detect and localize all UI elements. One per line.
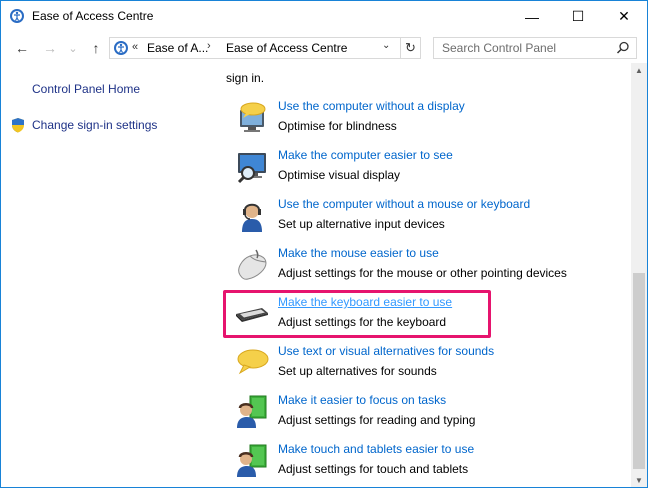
highlight-annotation-box — [223, 290, 491, 338]
item-title-link[interactable]: Make it easier to focus on tasks — [278, 393, 446, 407]
up-button[interactable]: ↑ — [87, 39, 105, 57]
search-icon[interactable] — [616, 41, 630, 55]
minimize-icon: — — [525, 8, 539, 25]
person-green-panel-icon — [237, 395, 267, 428]
item-description: Adjust settings for the mouse or other p… — [278, 266, 567, 280]
hidden-crumbs-chevron[interactable]: « — [132, 41, 138, 53]
forward-arrow-icon: → — [43, 40, 57, 56]
maximize-button[interactable]: ☐ — [555, 1, 601, 32]
up-arrow-icon: ↑ — [92, 40, 100, 56]
maximize-icon: ☐ — [571, 8, 585, 24]
minimize-button[interactable]: — — [509, 1, 555, 32]
ease-of-access-icon — [114, 41, 128, 55]
scroll-up-button[interactable]: ▲ — [631, 63, 647, 77]
forward-button[interactable]: → — [41, 39, 59, 57]
title-bar: Ease of Access Centre — ☐ ✕ — [1, 1, 647, 32]
control-panel-home-link[interactable]: Control Panel Home — [32, 82, 140, 96]
list-item: Use the computer without a mouse or keyb… — [232, 196, 622, 240]
item-description: Optimise visual display — [278, 168, 401, 182]
headset-person-icon — [242, 203, 262, 232]
item-title-link[interactable]: Use text or visual alternatives for soun… — [278, 344, 494, 358]
item-description: Set up alternatives for sounds — [278, 364, 437, 378]
scroll-up-arrow-icon: ▲ — [635, 65, 643, 75]
change-sign-in-settings-link[interactable]: Change sign-in settings — [32, 118, 157, 132]
item-title-link[interactable]: Use the computer without a display — [278, 99, 465, 113]
scroll-thumb[interactable] — [633, 273, 645, 469]
list-item: Make touch and tablets easier to use Adj… — [232, 441, 622, 485]
search-placeholder: Search Control Panel — [442, 41, 557, 55]
refresh-button[interactable]: ↻ — [401, 37, 421, 59]
item-description: Adjust settings for reading and typing — [278, 413, 476, 427]
clipped-text: sign in. — [226, 71, 265, 85]
item-description: Set up alternative input devices — [278, 217, 445, 231]
item-title-link[interactable]: Make the mouse easier to use — [278, 246, 439, 260]
refresh-icon: ↻ — [405, 40, 416, 55]
search-input[interactable]: Search Control Panel — [433, 37, 637, 59]
address-box[interactable]: « Ease of A... › Ease of Access Centre ⌄ — [109, 37, 401, 59]
shield-icon — [12, 118, 24, 133]
back-button[interactable]: ← — [13, 39, 31, 57]
list-item: Make it easier to focus on tasks Adjust … — [232, 392, 622, 436]
mouse-icon — [238, 249, 267, 280]
window-title: Ease of Access Centre — [32, 9, 154, 23]
recent-locations-button[interactable]: ⌄ — [64, 39, 82, 57]
list-item: Make the mouse easier to use Adjust sett… — [232, 245, 622, 289]
breadcrumb-ease-of-access-centre[interactable]: Ease of Access Centre — [226, 41, 347, 55]
vertical-scrollbar[interactable]: ▲ ▼ — [631, 63, 647, 487]
address-dropdown-icon[interactable]: ⌄ — [382, 40, 390, 51]
list-item: Use the computer without a display Optim… — [232, 98, 622, 142]
content-pane: sign in. Use the computer without a disp… — [222, 63, 632, 487]
breadcrumb-ease-of-access[interactable]: Ease of A... — [147, 41, 208, 55]
breadcrumb-separator-icon[interactable]: › — [207, 40, 211, 52]
list-item: Make the computer easier to see Optimise… — [232, 147, 622, 191]
magnifier-monitor-icon — [237, 153, 266, 184]
back-arrow-icon: ← — [15, 40, 29, 56]
list-item: Use text or visual alternatives for soun… — [232, 343, 622, 387]
item-description: Optimise for blindness — [278, 119, 397, 133]
scroll-down-button[interactable]: ▼ — [631, 473, 647, 487]
ease-of-access-icon — [10, 9, 24, 23]
speech-bubble-monitor-icon — [240, 102, 266, 132]
close-button[interactable]: ✕ — [601, 1, 647, 32]
left-pane: Control Panel Home Change sign-in settin… — [1, 63, 221, 487]
ease-of-access-window: Ease of Access Centre — ☐ ✕ ← → ⌄ ↑ « Ea… — [0, 0, 648, 488]
item-title-link[interactable]: Make the computer easier to see — [278, 148, 453, 162]
item-description: Adjust settings for touch and tablets — [278, 462, 469, 476]
speech-bubble-icon — [237, 349, 269, 375]
person-green-panel-icon — [237, 444, 267, 477]
scroll-down-arrow-icon: ▼ — [635, 475, 643, 485]
item-title-link[interactable]: Make touch and tablets easier to use — [278, 442, 474, 456]
close-icon: ✕ — [618, 8, 630, 24]
chevron-down-icon: ⌄ — [68, 42, 78, 55]
item-title-link[interactable]: Use the computer without a mouse or keyb… — [278, 197, 530, 211]
